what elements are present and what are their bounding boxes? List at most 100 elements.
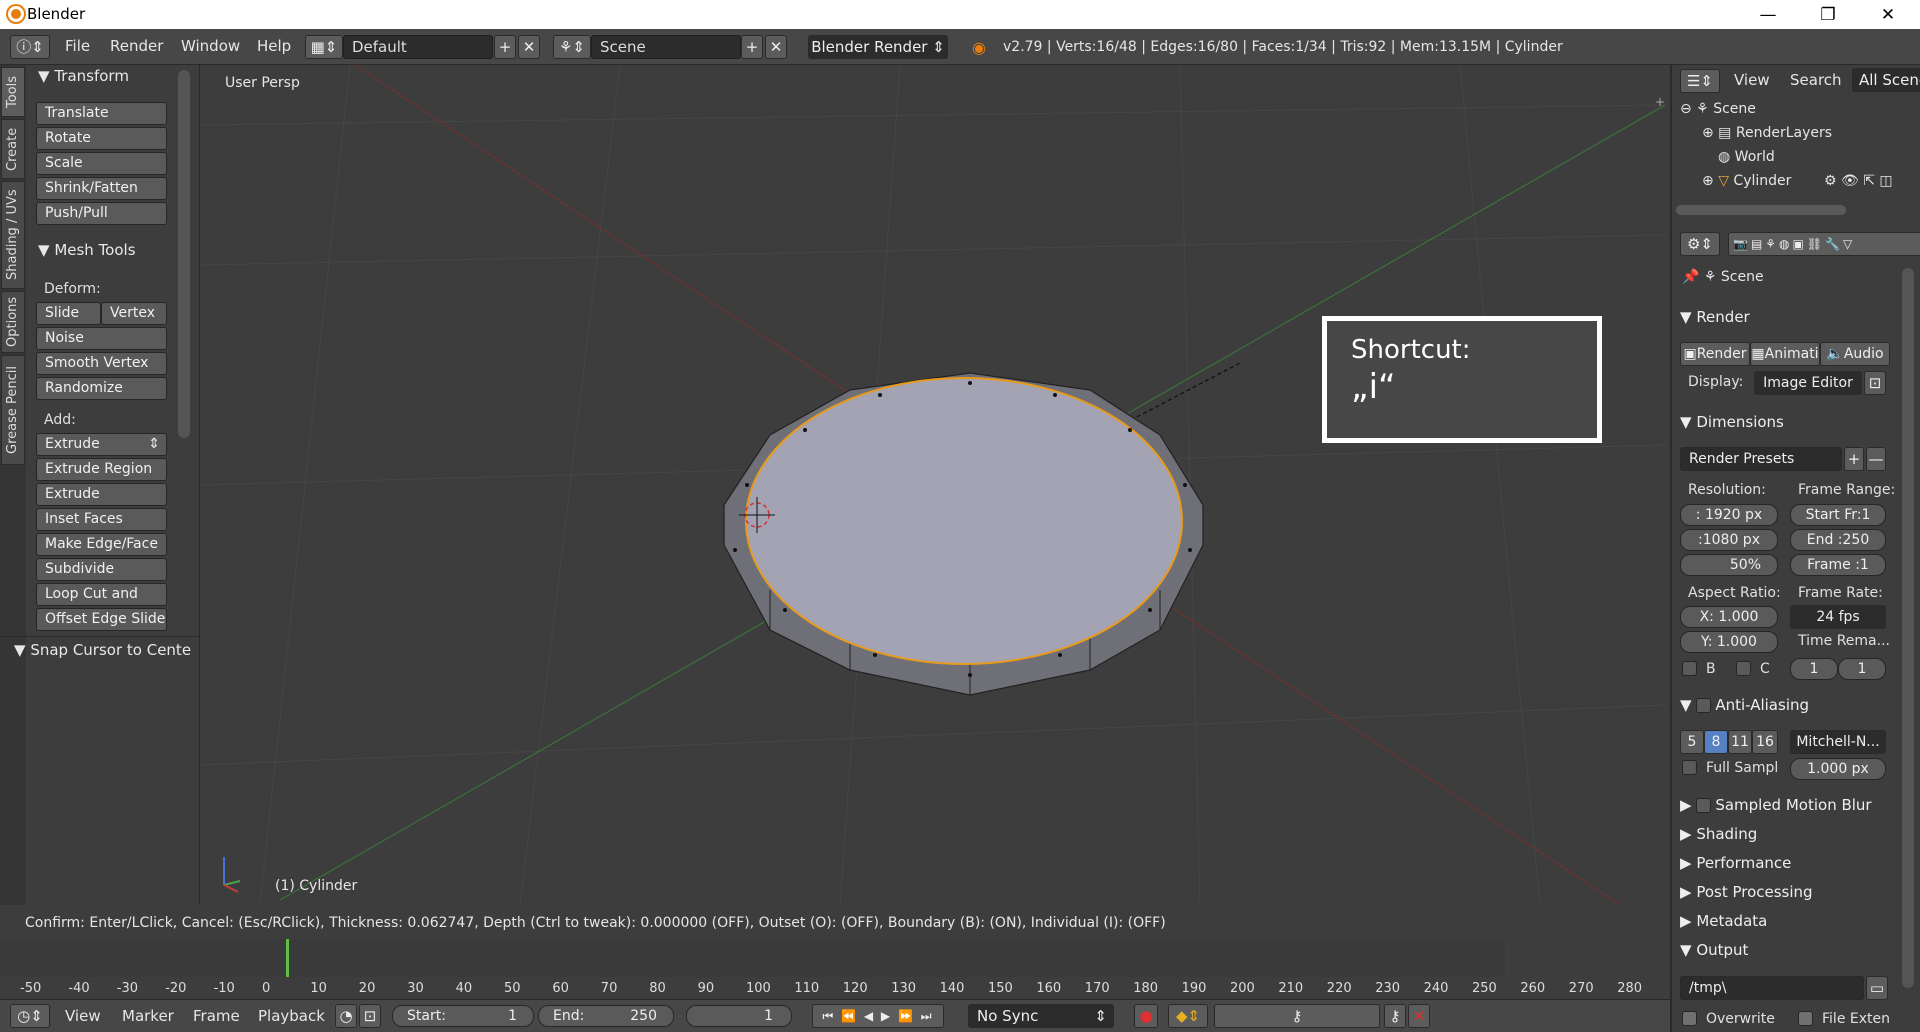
noise-button[interactable]: Noise	[36, 327, 167, 350]
time-remap-old-field[interactable]: 1	[1790, 658, 1838, 680]
menu-window[interactable]: Window	[181, 37, 240, 55]
lock-interface-icon[interactable]: ⊡	[1864, 371, 1886, 395]
make-edge-face-button[interactable]: Make Edge/Face	[36, 533, 167, 556]
anti-aliasing-panel-header[interactable]: ▼ Anti-Aliasing	[1680, 696, 1809, 714]
timeline-menu-frame[interactable]: Frame	[193, 1007, 240, 1025]
pin-scene-icon[interactable]: 📌 ⚘ Scene	[1682, 269, 1764, 285]
aa-samples-8[interactable]: 8	[1704, 730, 1728, 754]
tab-options[interactable]: Options	[1, 291, 25, 353]
translate-button[interactable]: Translate	[36, 102, 167, 125]
start-frame-prop[interactable]: Start Fr:1	[1790, 504, 1886, 526]
playback-controls[interactable]: ⏮ ⏪ ◀ ▶ ⏩ ⏭	[812, 1004, 944, 1028]
overwrite-checkbox[interactable]	[1682, 1011, 1697, 1026]
editor-type-properties-icon[interactable]: ⚙⇕	[1680, 232, 1720, 256]
outliner-restrict-icons[interactable]: ⚙ 👁 ⇱ ◫	[1824, 173, 1893, 189]
transform-panel-header[interactable]: ▼ Transform	[38, 67, 129, 85]
outliner-item-renderlayers[interactable]: ⊕ ▤ RenderLayers	[1702, 125, 1832, 141]
filter-size-field[interactable]: 1.000 px	[1790, 758, 1886, 780]
shrink-fatten-button[interactable]: Shrink/Fatten	[36, 177, 167, 200]
tab-shading-uvs[interactable]: Shading / UVs	[1, 181, 25, 289]
smooth-vertex-button[interactable]: Smooth Vertex	[36, 352, 167, 375]
tool-shelf-scrollbar[interactable]	[178, 70, 190, 438]
subdivide-button[interactable]: Subdivide	[36, 558, 167, 581]
scale-button[interactable]: Scale	[36, 152, 167, 175]
aspect-y-field[interactable]: Y: 1.000	[1680, 631, 1778, 653]
frame-step-prop[interactable]: Frame :1	[1790, 554, 1886, 576]
scene-field[interactable]: Scene	[591, 35, 741, 59]
resolution-percent-slider[interactable]: 50%	[1680, 554, 1778, 576]
frame-rate-select[interactable]: 24 fps	[1790, 605, 1886, 629]
extrude-individual-button[interactable]: Extrude Individual	[36, 483, 167, 523]
loop-cut-button[interactable]: Loop Cut and Sli...	[36, 583, 167, 623]
performance-panel-header[interactable]: ▶ Performance	[1680, 854, 1791, 872]
sync-mode-select[interactable]: No Sync ⇕	[968, 1004, 1114, 1028]
post-processing-panel-header[interactable]: ▶ Post Processing	[1680, 883, 1813, 901]
maximize-button[interactable]: ❐	[1805, 2, 1851, 28]
render-still-button[interactable]: ▣Render	[1680, 342, 1750, 366]
randomize-button[interactable]: Randomize	[36, 377, 167, 400]
push-pull-button[interactable]: Push/Pull	[36, 202, 167, 225]
output-path-field[interactable]: /tmp\	[1680, 976, 1864, 1000]
menu-file[interactable]: File	[65, 37, 90, 55]
output-panel-header[interactable]: ▼ Output	[1680, 941, 1748, 959]
snap-cursor-panel-header[interactable]: ▼ Snap Cursor to Cente	[14, 641, 191, 659]
offset-edge-slide-button[interactable]: Offset Edge Slide	[36, 608, 167, 631]
start-frame-field[interactable]: Start: 1	[392, 1005, 534, 1027]
end-frame-prop[interactable]: End :250	[1790, 529, 1886, 551]
outliner-menu-view[interactable]: View	[1734, 71, 1770, 89]
aa-samples-16[interactable]: 16	[1752, 730, 1778, 754]
outliner-item-cylinder[interactable]: ⊕ ▽ Cylinder	[1702, 173, 1791, 189]
tab-tools[interactable]: Tools	[1, 67, 25, 117]
viewport-split-icon[interactable]: +	[1655, 95, 1665, 109]
timeline[interactable]: -50 -40 -30 -20 -10 0 10 20 30 40 50 60 70 80 90 100 110…	[0, 939, 1665, 999]
record-icon[interactable]: ●	[1134, 1004, 1158, 1028]
timeline-menu-view[interactable]: View	[65, 1007, 101, 1025]
file-extensions-checkbox[interactable]	[1798, 1011, 1813, 1026]
mesh-tools-panel-header[interactable]: ▼ Mesh Tools	[38, 241, 136, 259]
lock-icon[interactable]: ⊡	[359, 1004, 381, 1028]
outliner-item-world[interactable]: ◍ World	[1718, 149, 1775, 165]
extrude-menu-button[interactable]: Extrude ⇕	[36, 433, 167, 456]
scene-icon[interactable]: ⚘⇕	[553, 35, 591, 59]
outliner-scrollbar[interactable]	[1676, 205, 1846, 215]
menu-help[interactable]: Help	[257, 37, 291, 55]
render-panel-header[interactable]: ▼ Render	[1680, 308, 1750, 326]
aspect-x-field[interactable]: X: 1.000	[1680, 606, 1778, 628]
extrude-region-button[interactable]: Extrude Region	[36, 458, 167, 481]
render-animation-button[interactable]: ▦Animati	[1750, 342, 1820, 366]
editor-type-outliner-icon[interactable]: ☰⇕	[1680, 69, 1720, 93]
outliner-display-select[interactable]: All Scenes	[1852, 68, 1920, 92]
tab-grease-pencil[interactable]: Grease Pencil	[1, 355, 25, 465]
render-presets-select[interactable]: Render Presets	[1680, 447, 1842, 471]
outliner-menu-search[interactable]: Search	[1790, 71, 1842, 89]
timeline-menu-playback[interactable]: Playback	[258, 1007, 325, 1025]
outliner-item-scene[interactable]: ⊖ ⚘ Scene	[1680, 101, 1756, 117]
resolution-x-field[interactable]: : 1920 px	[1680, 504, 1778, 526]
insert-keyframe-icon[interactable]: ⚷	[1384, 1004, 1406, 1028]
aa-samples-5[interactable]: 5	[1680, 730, 1704, 754]
render-audio-button[interactable]: 🔈Audio	[1820, 342, 1890, 366]
screen-layout-icon[interactable]: ▦⇕	[305, 35, 343, 59]
timeline-track[interactable]	[0, 939, 1505, 977]
preview-range-icon[interactable]: ◔	[335, 1004, 357, 1028]
border-checkbox[interactable]	[1682, 661, 1697, 676]
inset-faces-button[interactable]: Inset Faces	[36, 508, 167, 531]
screen-layout-field[interactable]: Default	[343, 35, 493, 59]
display-select[interactable]: Image Editor	[1754, 371, 1862, 395]
cylinder-mesh[interactable]	[710, 365, 1230, 725]
end-frame-field[interactable]: End: 250	[538, 1005, 674, 1027]
remove-preset-icon[interactable]: —	[1866, 447, 1886, 471]
add-preset-icon[interactable]: +	[1844, 447, 1864, 471]
shading-panel-header[interactable]: ▶ Shading	[1680, 825, 1757, 843]
tab-create[interactable]: Create	[1, 119, 25, 179]
aa-filter-select[interactable]: Mitchell-N...	[1790, 730, 1886, 754]
full-sample-checkbox[interactable]	[1682, 760, 1697, 775]
menu-render[interactable]: Render	[110, 37, 163, 55]
slide-edge-button[interactable]: Slide Ed	[36, 302, 101, 342]
timeline-menu-marker[interactable]: Marker	[122, 1007, 174, 1025]
remove-layout-icon[interactable]: ✕	[518, 35, 540, 59]
current-frame-field[interactable]: 1	[686, 1005, 792, 1027]
file-browse-icon[interactable]: ▭	[1866, 976, 1888, 1000]
motion-blur-checkbox[interactable]	[1696, 798, 1712, 813]
anti-aliasing-checkbox[interactable]	[1696, 698, 1712, 713]
